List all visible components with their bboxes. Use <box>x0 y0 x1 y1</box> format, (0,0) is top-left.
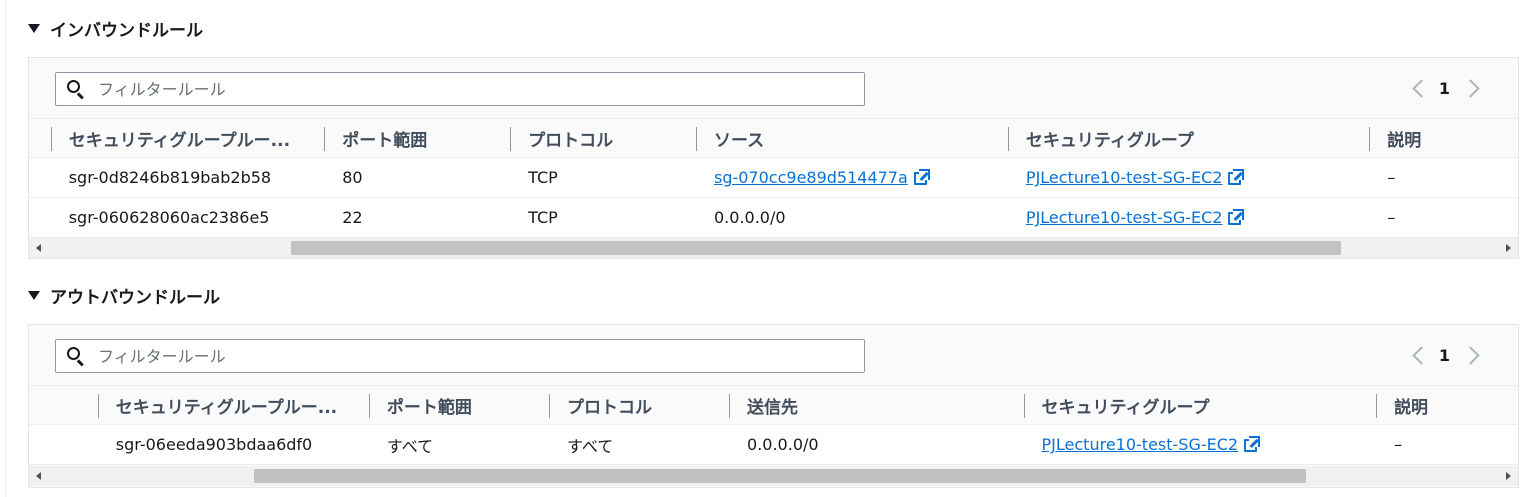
column-header-rule-id[interactable]: セキュリティグループルー... <box>50 118 325 158</box>
source-cell: 0.0.0.0/0 <box>695 197 1008 238</box>
table-row: sgr-0d8246b819bab2b58 80 TCP sg-070cc9e8… <box>29 157 1518 198</box>
search-icon <box>66 79 86 100</box>
column-header-rule-id[interactable]: セキュリティグループルー... <box>97 385 369 425</box>
outbound-rules-panel: 1 セキュリティグループルー... ポート範囲 プロトコル 送信先 セキュリティ… <box>28 324 1519 488</box>
search-icon <box>66 346 86 367</box>
outbound-search-box <box>55 339 865 373</box>
external-link-icon[interactable] <box>1228 209 1245 225</box>
header-spacer <box>29 385 98 425</box>
rule-id-cell: sgr-060628060ac2386e5 <box>50 197 325 238</box>
column-header-protocol[interactable]: プロトコル <box>548 385 730 425</box>
chevron-right-icon[interactable] <box>1466 345 1478 365</box>
inbound-filter-input[interactable] <box>98 79 838 99</box>
external-link-icon[interactable] <box>913 169 930 185</box>
source-cell: sg-070cc9e89d514477a <box>695 157 1008 198</box>
external-link-icon[interactable] <box>1244 436 1261 452</box>
outbound-rules-toggle[interactable]: アウトバウンドルール <box>28 283 220 308</box>
rule-id-cell: sgr-06eeda903bdaa6df0 <box>97 424 369 465</box>
scroll-right-arrow-icon[interactable] <box>1506 244 1511 252</box>
column-header-description[interactable]: 説明 <box>1369 118 1518 158</box>
column-header-port-range[interactable]: ポート範囲 <box>368 385 549 425</box>
source-security-group-link[interactable]: sg-070cc9e89d514477a <box>714 168 908 187</box>
inbound-rules-table: セキュリティグループルー... ポート範囲 プロトコル ソース セキュリティグル… <box>29 118 1518 238</box>
header-spacer <box>29 118 51 158</box>
column-header-security-group[interactable]: セキュリティグループ <box>1007 118 1370 158</box>
port-range-cell: 22 <box>324 197 511 238</box>
security-group-link[interactable]: PJLecture10-test-SG-EC2 <box>1026 208 1223 227</box>
column-header-security-group[interactable]: セキュリティグループ <box>1023 385 1377 425</box>
outbound-horizontal-scrollbar[interactable] <box>29 466 1518 486</box>
destination-cell: 0.0.0.0/0 <box>729 424 1024 465</box>
security-group-link[interactable]: PJLecture10-test-SG-EC2 <box>1026 168 1223 187</box>
security-group-cell: PJLecture10-test-SG-EC2 <box>1007 157 1370 198</box>
outbound-rules-title: アウトバウンドルール <box>50 287 220 308</box>
outbound-filter-input[interactable] <box>98 346 838 366</box>
protocol-cell: TCP <box>510 157 696 198</box>
outbound-pagination: 1 <box>1411 345 1478 365</box>
column-header-description[interactable]: 説明 <box>1376 385 1518 425</box>
chevron-right-icon[interactable] <box>1466 78 1478 98</box>
scroll-left-arrow-icon[interactable] <box>36 472 41 480</box>
column-header-protocol[interactable]: プロトコル <box>510 118 696 158</box>
scrollbar-thumb[interactable] <box>254 469 1306 483</box>
description-cell: – <box>1376 424 1518 465</box>
port-range-cell: すべて <box>368 424 549 465</box>
outbound-filter-bar: 1 <box>29 325 1518 385</box>
column-header-port-range[interactable]: ポート範囲 <box>324 118 511 158</box>
inbound-rules-toggle[interactable]: インバウンドルール <box>28 16 203 41</box>
inbound-rules-panel: 1 セキュリティグループルー... ポート範囲 プロトコル ソース セキュリティ… <box>28 57 1519 259</box>
security-group-link[interactable]: PJLecture10-test-SG-EC2 <box>1042 435 1239 454</box>
external-link-icon[interactable] <box>1228 169 1245 185</box>
description-cell: – <box>1369 197 1518 238</box>
scrollbar-thumb[interactable] <box>291 241 1341 255</box>
table-row: sgr-06eeda903bdaa6df0 すべて すべて 0.0.0.0/0 … <box>29 424 1518 465</box>
table-row: sgr-060628060ac2386e5 22 TCP 0.0.0.0/0 P… <box>29 197 1518 238</box>
security-group-cell: PJLecture10-test-SG-EC2 <box>1023 424 1377 465</box>
inbound-horizontal-scrollbar[interactable] <box>29 238 1518 258</box>
inbound-pagination: 1 <box>1411 78 1478 98</box>
inbound-search-box <box>55 72 865 106</box>
inbound-page-number[interactable]: 1 <box>1439 79 1450 98</box>
protocol-cell: TCP <box>510 197 696 238</box>
port-range-cell: 80 <box>324 157 511 198</box>
table-header-row: セキュリティグループルー... ポート範囲 プロトコル ソース セキュリティグル… <box>29 118 1518 158</box>
scroll-left-arrow-icon[interactable] <box>36 244 41 252</box>
page-left-border <box>5 0 6 497</box>
rule-id-cell: sgr-0d8246b819bab2b58 <box>50 157 325 198</box>
inbound-filter-bar: 1 <box>29 58 1518 118</box>
outbound-page-number[interactable]: 1 <box>1439 346 1450 365</box>
security-group-cell: PJLecture10-test-SG-EC2 <box>1007 197 1370 238</box>
caret-down-icon <box>28 23 40 33</box>
inbound-rules-title: インバウンドルール <box>50 20 203 41</box>
table-header-row: セキュリティグループルー... ポート範囲 プロトコル 送信先 セキュリティグル… <box>29 385 1518 425</box>
caret-down-icon <box>28 290 40 300</box>
chevron-left-icon[interactable] <box>1411 345 1423 365</box>
scroll-right-arrow-icon[interactable] <box>1506 472 1511 480</box>
chevron-left-icon[interactable] <box>1411 78 1423 98</box>
protocol-cell: すべて <box>548 424 730 465</box>
column-header-destination[interactable]: 送信先 <box>729 385 1024 425</box>
description-cell: – <box>1369 157 1518 198</box>
outbound-rules-table: セキュリティグループルー... ポート範囲 プロトコル 送信先 セキュリティグル… <box>29 385 1518 465</box>
column-header-source[interactable]: ソース <box>695 118 1008 158</box>
